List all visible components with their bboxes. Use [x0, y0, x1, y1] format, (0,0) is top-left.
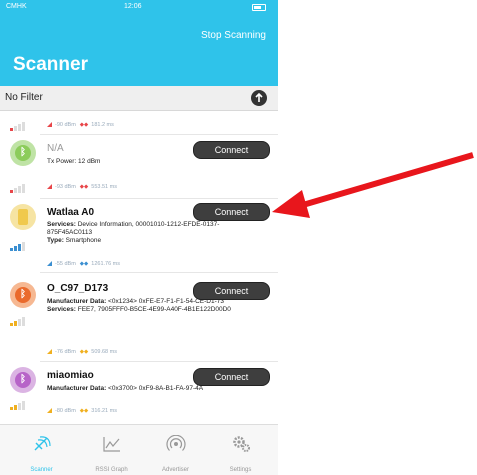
list-item[interactable]: Watlaa A0 Services: Device Information, … [0, 199, 278, 271]
antenna-icon [47, 122, 52, 127]
interval-value: 553.51 ms [91, 184, 117, 190]
antenna-icon [47, 408, 52, 413]
signal-bars-icon [10, 400, 26, 410]
tab-bar: Scanner RSSI Graph Advertiser Settings [0, 424, 278, 475]
bluetooth-icon: ᛒ [15, 372, 31, 388]
rssi-value: -55 dBm [55, 261, 76, 267]
bluetooth-icon: ᛒ [15, 287, 31, 303]
tab-settings[interactable]: Settings [213, 425, 268, 475]
device-name: O_C97_D173 [47, 283, 109, 294]
connect-button[interactable]: Connect [193, 282, 270, 300]
filter-bar[interactable]: No Filter [0, 86, 278, 111]
interval-value: 509.68 ms [91, 349, 117, 355]
tab-label: Advertiser [161, 467, 189, 473]
device-details: Manufacturer Data: <0x3700> 0xF9-8A-B1-F… [47, 385, 252, 393]
tab-label: RSSI Graph [95, 467, 128, 473]
rssi-row: -90 dBm ◆◆ 181.2 ms [47, 122, 114, 128]
list-item[interactable]: ᛒ miaomiao Manufacturer Data: <0x3700> 0… [0, 362, 278, 422]
device-name: N/A [47, 143, 64, 154]
rssi-value: -76 dBm [55, 349, 76, 355]
smartphone-icon [18, 209, 28, 225]
tab-advertiser[interactable]: Advertiser [148, 425, 203, 475]
avatar: ᛒ [10, 282, 36, 308]
rssi-value: -80 dBm [55, 408, 76, 414]
list-item[interactable]: ᛒ O_C97_D173 Manufacturer Data: <0x1234>… [0, 273, 278, 360]
tab-rssi-graph[interactable]: RSSI Graph [84, 425, 139, 475]
interval-value: 1261.76 ms [91, 261, 121, 267]
tx-power: Tx Power: 12 dBm [47, 158, 101, 165]
tab-label: Scanner [30, 467, 53, 473]
scanner-icon [34, 436, 51, 451]
manufacturer-label: Manufacturer Data: [47, 298, 107, 305]
rssi-row: -93 dBm ◆◆ 553.51 ms [47, 184, 117, 190]
tab-scanner[interactable]: Scanner [14, 425, 69, 475]
nav-bar: Stop Scanning Scanner [0, 14, 278, 86]
collapse-filter-button[interactable] [251, 90, 267, 106]
graph-icon [103, 437, 120, 452]
services-label: Services: [47, 221, 76, 228]
services-value: FEE7, 7905FFF0-B5CE-4E99-A40F-4B1E122D00… [77, 306, 231, 313]
avatar [10, 204, 36, 230]
antenna-icon [47, 184, 52, 189]
battery-icon [252, 4, 266, 11]
interval-arrows-icon: ◆◆ [79, 349, 89, 355]
antenna-icon [47, 349, 52, 354]
rssi-value: -90 dBm [55, 122, 76, 128]
interval-arrows-icon: ◆◆ [79, 408, 89, 414]
arrow-up-icon [255, 92, 263, 102]
interval-value: 181.2 ms [91, 122, 114, 128]
advertiser-icon [166, 435, 186, 451]
stop-scanning-button[interactable]: Stop Scanning [201, 30, 266, 41]
type-label: Type: [47, 237, 64, 244]
signal-bars-icon [10, 241, 26, 251]
device-details: Manufacturer Data: <0x1234> 0xFE-E7-F1-F… [47, 298, 252, 314]
annotation-arrow-icon [272, 152, 474, 218]
rssi-row: -80 dBm ◆◆ 316.21 ms [47, 408, 117, 414]
services-label: Services: [47, 306, 76, 313]
device-name: miaomiao [47, 370, 94, 381]
manufacturer-value: <0x3700> 0xF9-8A-B1-FA-97-4A [108, 385, 204, 392]
device-name: Watlaa A0 [47, 207, 95, 218]
tab-label: Settings [229, 467, 252, 473]
list-item[interactable]: ᛒ N/A Tx Power: 12 dBm Connect -93 dBm ◆◆… [0, 136, 278, 198]
bluetooth-icon: ᛒ [15, 145, 31, 161]
rssi-row: -55 dBm ◆◆ 1261.76 ms [47, 261, 120, 267]
interval-value: 316.21 ms [91, 408, 117, 414]
interval-arrows-icon: ◆◆ [79, 122, 89, 128]
connect-button[interactable]: Connect [193, 368, 270, 386]
gears-icon [233, 436, 250, 452]
page-title: Scanner [13, 54, 88, 75]
type-value: Smartphone [65, 237, 102, 244]
device-services: Services: Device Information, 00001010-1… [47, 221, 252, 245]
connect-button[interactable]: Connect [193, 203, 270, 221]
interval-arrows-icon: ◆◆ [79, 184, 89, 190]
manufacturer-label: Manufacturer Data: [47, 385, 107, 392]
rssi-value: -93 dBm [55, 184, 76, 190]
filter-label: No Filter [5, 92, 43, 103]
clock: 12:06 [124, 3, 142, 10]
signal-bars-icon [10, 121, 26, 131]
carrier-label: CMHK [6, 3, 27, 10]
phone-screen: CMHK 12:06 Stop Scanning Scanner No Filt… [0, 0, 278, 475]
signal-bars-icon [10, 316, 26, 326]
connect-button[interactable]: Connect [193, 141, 270, 159]
avatar: ᛒ [10, 140, 36, 166]
signal-bars-icon [10, 183, 26, 193]
antenna-icon [47, 261, 52, 266]
divider [40, 134, 278, 135]
rssi-row: -76 dBm ◆◆ 509.68 ms [47, 349, 117, 355]
avatar: ᛒ [10, 367, 36, 393]
interval-arrows-icon: ◆◆ [79, 261, 89, 267]
status-bar: CMHK 12:06 [0, 0, 278, 14]
